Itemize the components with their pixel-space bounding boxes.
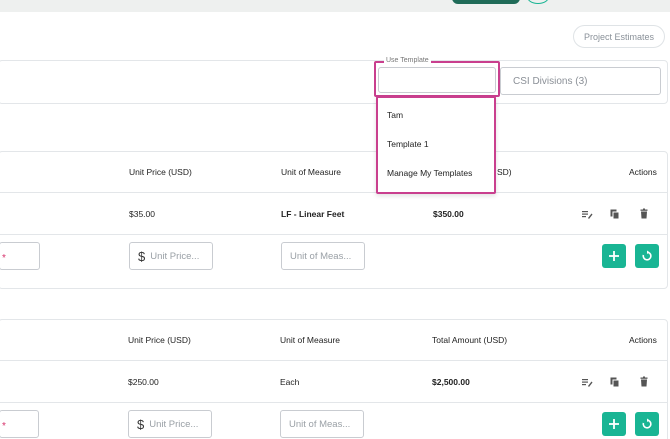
csi-divisions-label: CSI Divisions (3) [513,75,588,87]
required-marker: * [2,253,6,264]
unit-of-measure-header: Unit of Measure [281,167,341,177]
reset-icon [642,250,652,261]
manage-my-templates-option[interactable]: Manage My Templates [378,158,494,187]
template-option-tam[interactable]: Tam [378,100,494,129]
dollar-sign: $ [137,416,145,432]
reset-icon [642,418,652,429]
unit-of-measure-cell: Each [280,376,300,387]
actions-header: Actions [629,167,657,177]
top-circle-button[interactable] [527,0,549,4]
table-header-row: Unit Price (USD) Unit of Measure Total A… [0,320,667,361]
line-items-table-1: Unit Price (USD) Unit of Measure SD) Act… [0,151,668,289]
table-row: $35.00 LF - Linear Feet $350.00 [0,193,667,235]
top-bar [0,0,670,12]
total-amount-header: Total Amount (USD) [432,335,508,345]
actions-header: Actions [629,335,657,345]
unit-price-placeholder: Unit Price... [149,418,199,430]
unit-of-measure-cell: LF - Linear Feet [281,208,345,219]
line-items-table-2: Unit Price (USD) Unit of Measure Total A… [0,319,668,439]
total-amount-header: SD) [497,167,512,177]
unit-price-input[interactable]: $ Unit Price... [129,242,213,270]
total-amount-cell: $350.00 [433,208,464,219]
project-estimates-button[interactable]: Project Estimates [573,25,665,48]
unit-price-header: Unit Price (USD) [128,335,191,345]
unit-price-input[interactable]: $ Unit Price... [128,410,212,438]
edit-list-icon[interactable] [581,208,593,220]
add-line-item-button[interactable] [602,412,626,436]
reset-line-item-button[interactable] [635,244,659,268]
unit-of-measure-input[interactable]: Unit of Meas... [281,242,365,270]
copy-icon[interactable] [609,208,621,220]
template-option-template-1[interactable]: Template 1 [378,129,494,158]
plus-icon [609,251,619,261]
total-amount-cell: $2,500.00 [432,376,470,387]
unit-price-cell: $35.00 [129,208,155,219]
item-name-input[interactable]: * [0,410,39,438]
new-line-item-row: * $ Unit Price... Unit of Meas... [0,235,667,280]
dollar-sign: $ [138,248,146,264]
unit-of-measure-placeholder: Unit of Meas... [289,418,351,430]
table-header-row: Unit Price (USD) Unit of Measure SD) Act… [0,152,667,193]
new-line-item-row: * $ Unit Price... Unit of Meas... [0,403,667,439]
unit-price-cell: $250.00 [128,376,159,387]
unit-price-header: Unit Price (USD) [129,167,192,177]
use-template-input[interactable] [378,67,496,93]
template-dropdown-menu: Tam Template 1 Manage My Templates [376,96,496,194]
trash-icon[interactable] [638,376,650,388]
unit-price-placeholder: Unit Price... [150,250,200,262]
unit-of-measure-header: Unit of Measure [280,335,340,345]
table-row: $250.00 Each $2,500.00 [0,361,667,403]
plus-icon [609,419,619,429]
use-template-label: Use Template [384,57,431,64]
trash-icon[interactable] [638,208,650,220]
csi-divisions-select[interactable]: CSI Divisions (3) [500,67,661,95]
required-marker: * [2,421,6,432]
reset-line-item-button[interactable] [635,412,659,436]
top-action-button[interactable] [452,0,520,4]
edit-list-icon[interactable] [581,376,593,388]
unit-of-measure-input[interactable]: Unit of Meas... [280,410,364,438]
copy-icon[interactable] [609,376,621,388]
page-content: Project Estimates Use Template CSI Divis… [0,12,670,439]
use-template-select[interactable]: Use Template [374,57,500,97]
item-name-input[interactable]: * [0,242,40,270]
unit-of-measure-placeholder: Unit of Meas... [290,250,352,262]
add-line-item-button[interactable] [602,244,626,268]
